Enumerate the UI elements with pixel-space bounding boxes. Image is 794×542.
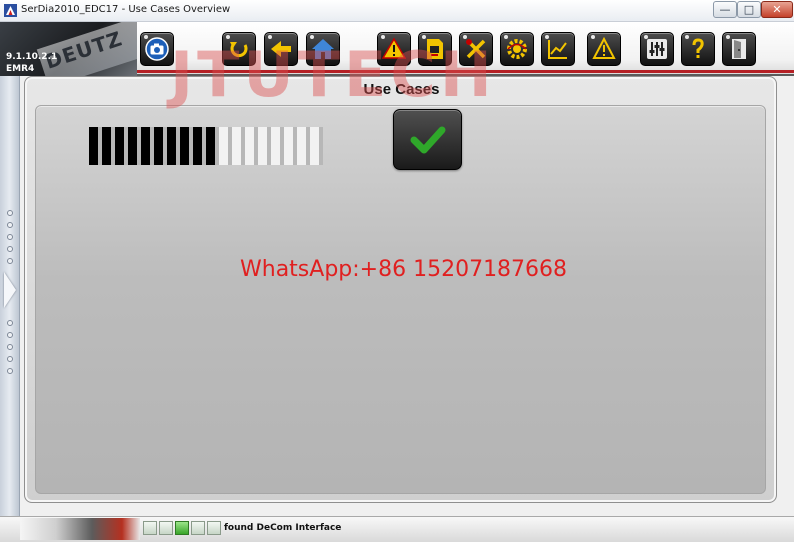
refresh-button[interactable]: [222, 32, 256, 66]
progress-segment-empty: [284, 127, 293, 165]
status-led-off: [191, 521, 205, 535]
rail-dot: [7, 258, 13, 264]
ok-button[interactable]: [393, 109, 462, 170]
status-led-off: [207, 521, 221, 535]
rail-dot: [7, 320, 13, 326]
chart-button[interactable]: [541, 32, 575, 66]
progress-segment-filled: [167, 127, 176, 165]
status-banner-image: [20, 518, 140, 540]
help-button[interactable]: [681, 32, 715, 66]
left-side-rail: [0, 76, 20, 516]
rail-dot: [7, 356, 13, 362]
rail-dot: [7, 368, 13, 374]
exit-button[interactable]: [722, 32, 756, 66]
version-label: 9.1.10.2.1: [6, 52, 58, 62]
ecu-document-icon: [427, 39, 443, 59]
home-icon: [312, 39, 334, 59]
back-arrow-icon: [271, 41, 291, 57]
refresh-icon: [230, 42, 248, 58]
warning-button[interactable]: [377, 32, 411, 66]
progress-segment-filled: [193, 127, 202, 165]
contact-overlay-text: WhatsApp:+86 15207187668: [240, 257, 568, 282]
progress-segment-filled: [102, 127, 111, 165]
ecu-document-button[interactable]: [418, 32, 452, 66]
status-led-off: [159, 521, 173, 535]
checkmark-icon: [410, 126, 445, 153]
maximize-button[interactable]: □: [737, 1, 761, 18]
status-text: found DeCom Interface: [224, 523, 342, 533]
sliders-button[interactable]: [640, 32, 674, 66]
rail-dot: [7, 222, 13, 228]
settings-gear-icon: [507, 39, 527, 59]
progress-bar: [89, 127, 323, 165]
panel-title: Use Cases: [363, 81, 440, 98]
back-button[interactable]: [264, 32, 298, 66]
progress-segment-empty: [297, 127, 306, 165]
rail-dot: [7, 246, 13, 252]
progress-segment-empty: [271, 127, 280, 165]
progress-segment-empty: [245, 127, 254, 165]
alert-bulb-icon: [592, 37, 616, 59]
warning-icon: [382, 37, 406, 59]
application-window: SerDia2010_EDC17 - Use Cases Overview — …: [0, 0, 794, 542]
status-led-off: [143, 521, 157, 535]
close-button[interactable]: ✕: [761, 1, 793, 18]
progress-segment-empty: [219, 127, 228, 165]
progress-segment-empty: [310, 127, 319, 165]
progress-segment-filled: [115, 127, 124, 165]
progress-segment-filled: [206, 127, 215, 165]
progress-segment-filled: [89, 127, 98, 165]
rail-dot: [7, 210, 13, 216]
progress-segment-filled: [141, 127, 150, 165]
exit-door-icon: [732, 39, 746, 59]
camera-button[interactable]: [140, 32, 174, 66]
alert-bulb-button[interactable]: [587, 32, 621, 66]
progress-segment-filled: [154, 127, 163, 165]
tools-icon: [466, 39, 486, 59]
window-title: SerDia2010_EDC17 - Use Cases Overview: [21, 4, 231, 15]
rail-dot: [7, 234, 13, 240]
home-button[interactable]: [306, 32, 340, 66]
connection-led-group: [143, 521, 223, 535]
sliders-icon: [647, 39, 667, 59]
app-icon: [4, 4, 17, 17]
brand-header: DEUTZ 9.1.10.2.1 EMR4: [0, 22, 137, 76]
progress-segment-empty: [232, 127, 241, 165]
rail-dot: [7, 344, 13, 350]
line-chart-icon: [548, 40, 567, 59]
minimize-button[interactable]: —: [713, 1, 737, 18]
tools-button[interactable]: [459, 32, 493, 66]
progress-segment-filled: [128, 127, 137, 165]
expand-arrow-icon[interactable]: [4, 272, 16, 308]
settings-button[interactable]: [500, 32, 534, 66]
rail-dot: [7, 332, 13, 338]
help-icon: [692, 38, 704, 58]
camera-icon: [145, 37, 169, 61]
variant-label: EMR4: [6, 64, 35, 74]
title-bar[interactable]: SerDia2010_EDC17 - Use Cases Overview — …: [0, 0, 794, 22]
progress-segment-empty: [258, 127, 267, 165]
status-led-on: [175, 521, 189, 535]
progress-segment-filled: [180, 127, 189, 165]
